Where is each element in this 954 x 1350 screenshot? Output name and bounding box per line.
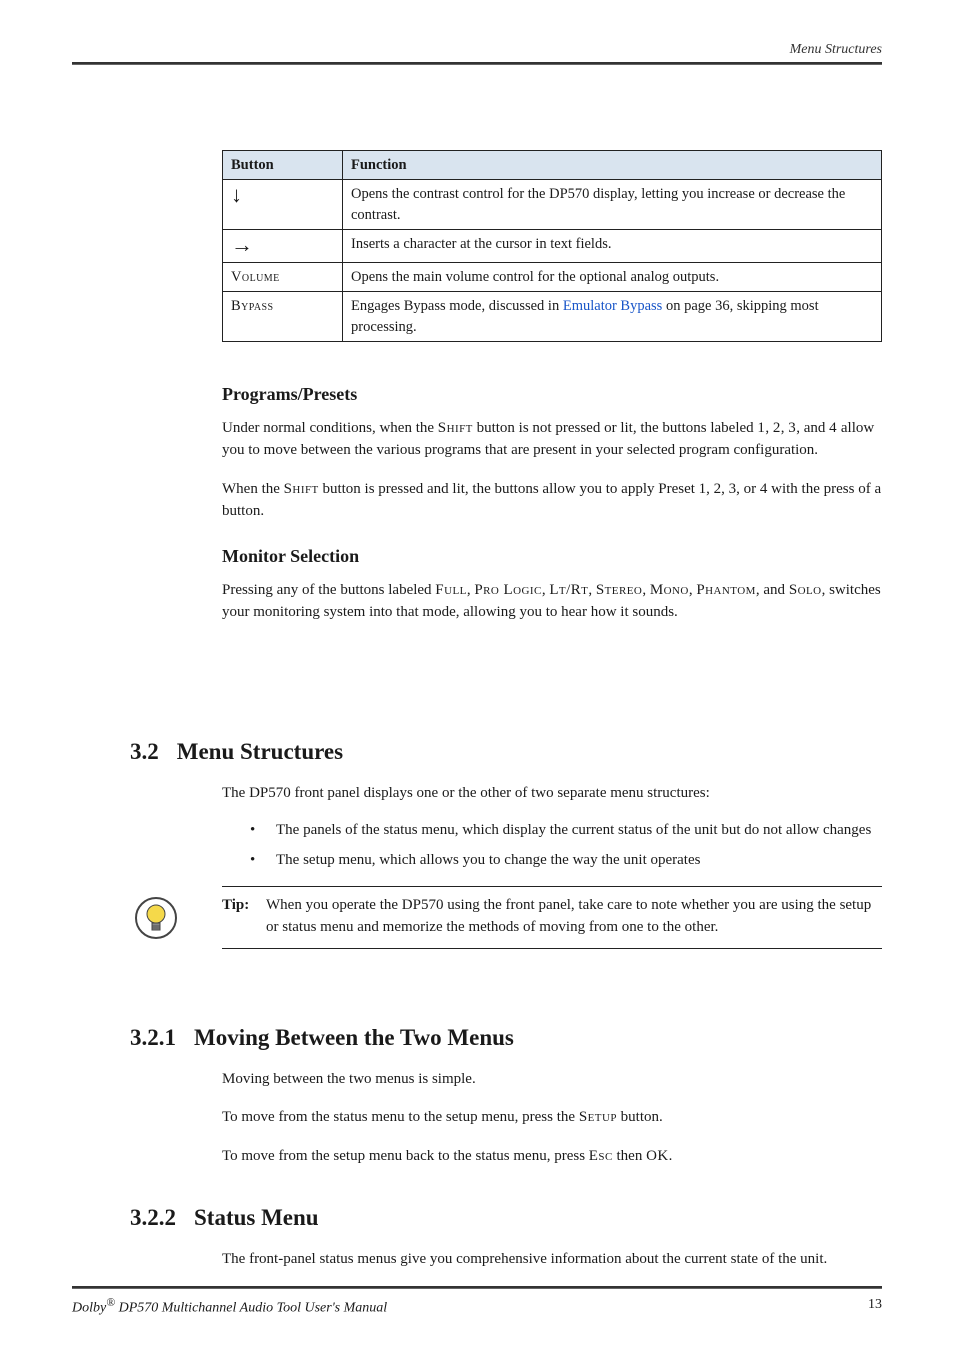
lightbulb-icon	[134, 896, 178, 940]
section-moving-between-menus: 3.2.1Moving Between the Two Menus	[130, 1022, 882, 1054]
cell-function: Engages Bypass mode, discussed in Emulat…	[343, 292, 882, 342]
list-item: The panels of the status menu, which dis…	[250, 820, 882, 842]
emulator-bypass-link[interactable]: Emulator Bypass	[563, 298, 662, 314]
text: Engages Bypass mode, discussed in	[351, 298, 563, 314]
section-status-menu: 3.2.2Status Menu	[130, 1202, 882, 1234]
programs-p2: When the Shift button is pressed and lit…	[222, 478, 882, 522]
table-row: ↓ Opens the contrast control for the DP5…	[223, 180, 882, 230]
page-number: 13	[868, 1295, 882, 1318]
tip-rule-top	[222, 886, 882, 887]
right-arrow-icon: →	[231, 234, 253, 256]
footer-title: Dolby® DP570 Multichannel Audio Tool Use…	[72, 1295, 387, 1318]
ok-label: OK	[646, 1148, 669, 1164]
header-section-title: Menu Structures	[790, 40, 882, 60]
programs-p1: Under normal conditions, when the Shift …	[222, 417, 882, 461]
menus-bullets: The panels of the status menu, which dis…	[250, 820, 882, 872]
menus-intro: The DP570 front panel displays one or th…	[222, 782, 882, 804]
moving-p2: To move from the status menu to the setu…	[222, 1106, 882, 1128]
moving-p3: To move from the setup menu back to the …	[222, 1145, 882, 1167]
cell-function: Opens the contrast control for the DP570…	[343, 180, 882, 230]
bypass-label: Bypass	[231, 298, 274, 314]
shift-label: Shift	[438, 420, 473, 436]
table-row: Volume Opens the main volume control for…	[223, 263, 882, 292]
th-button: Button	[223, 151, 343, 180]
page-footer: Dolby® DP570 Multichannel Audio Tool Use…	[72, 1286, 882, 1318]
esc-label: Esc	[589, 1148, 613, 1164]
monitor-selection-heading: Monitor Selection	[222, 544, 882, 569]
th-function: Function	[343, 151, 882, 180]
section-menu-structures: 3.2Menu Structures	[130, 736, 882, 768]
list-item: The setup menu, which allows you to chan…	[250, 850, 882, 872]
cell-function: Opens the main volume control for the op…	[343, 263, 882, 292]
volume-label: Volume	[231, 269, 280, 285]
tip-text: When you operate the DP570 using the fro…	[266, 895, 882, 939]
table-row: Bypass Engages Bypass mode, discussed in…	[223, 292, 882, 342]
cell-function: Inserts a character at the cursor in tex…	[343, 229, 882, 262]
table-row: → Inserts a character at the cursor in t…	[223, 229, 882, 262]
setup-label: Setup	[579, 1109, 617, 1125]
shift-label: Shift	[284, 481, 319, 497]
header-rule	[72, 62, 882, 65]
button-function-table: Button Function ↓ Opens the contrast con…	[222, 150, 882, 342]
status-p: The front-panel status menus give you co…	[222, 1248, 882, 1270]
monitor-p: Pressing any of the buttons labeled Full…	[222, 579, 882, 623]
moving-p1: Moving between the two menus is simple.	[222, 1068, 882, 1090]
tip-rule-bottom	[222, 948, 882, 949]
tip-label: Tip:	[222, 895, 266, 939]
down-arrow-icon: ↓	[231, 184, 242, 206]
programs-presets-heading: Programs/Presets	[222, 382, 882, 407]
